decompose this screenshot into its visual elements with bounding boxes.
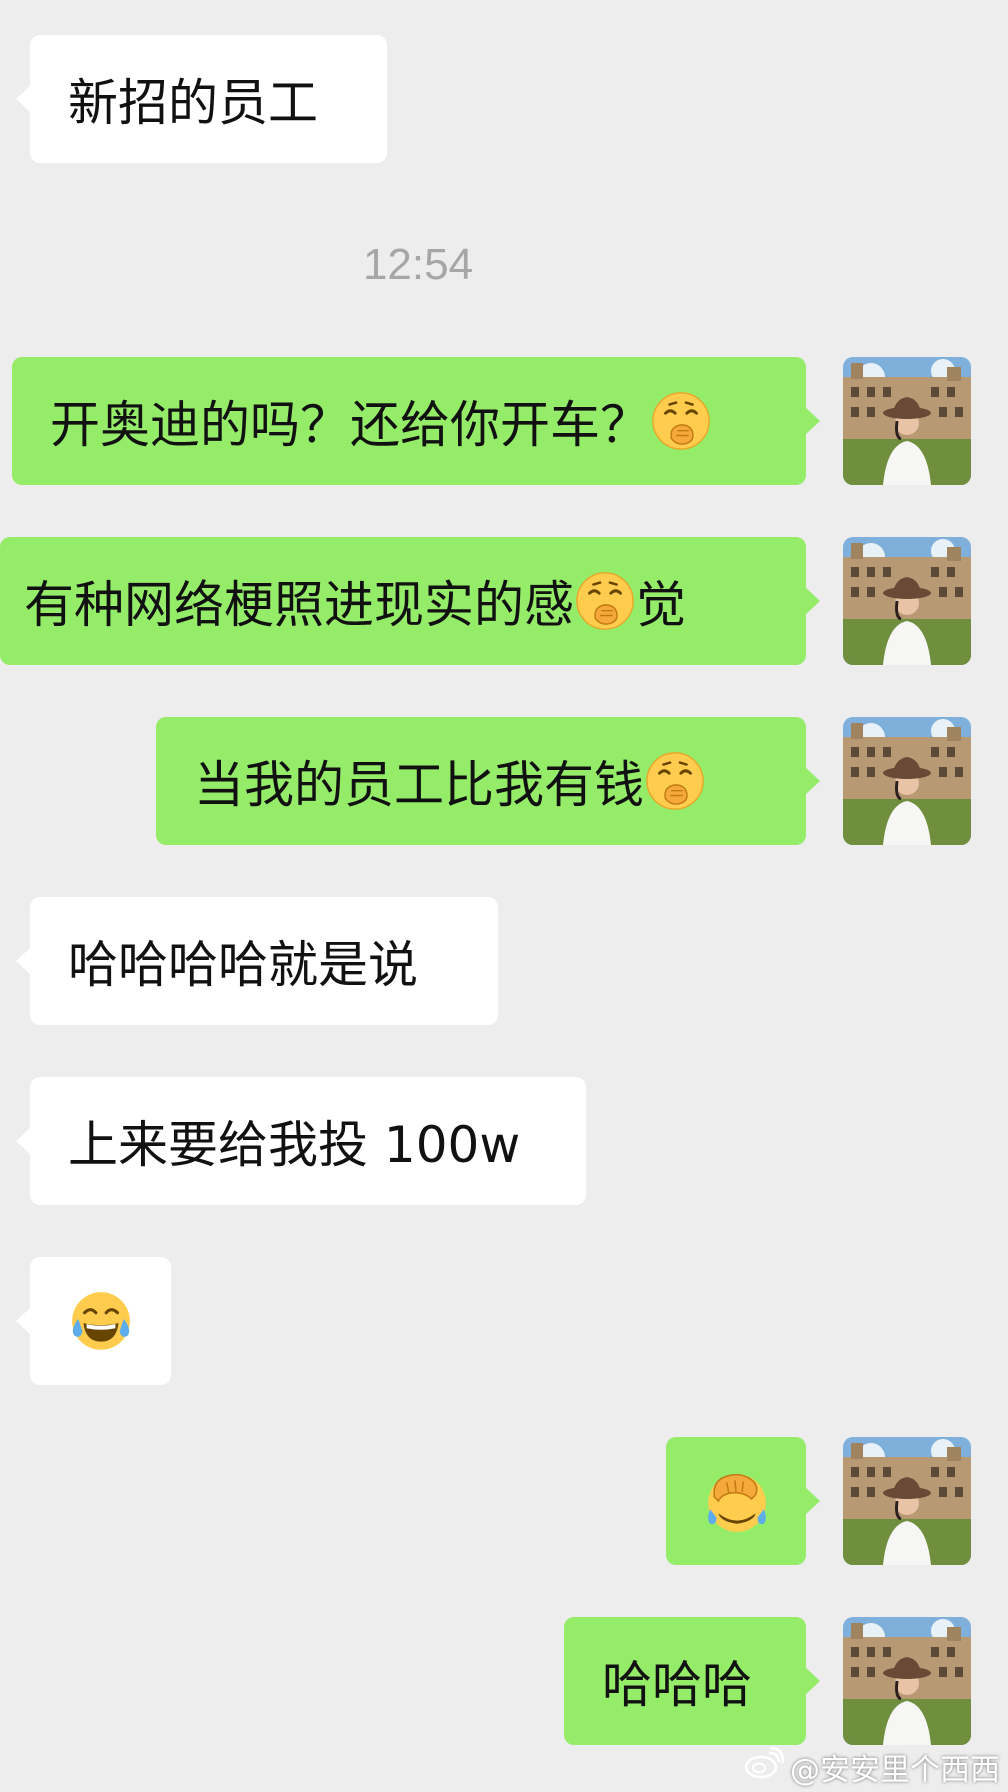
chat-area[interactable]: 新招的员工 12:54 开奥迪的吗？还给你开车？ 有种网络梗照进现实的感 觉 当… [0,0,1008,1792]
watermark-text: @安安里个西西 [790,1753,1000,1788]
message-bubble-outgoing[interactable]: 开奥迪的吗？还给你开车？ [12,357,820,485]
tears-of-joy-face-icon [68,1288,134,1354]
thinking-face-icon [650,390,712,452]
thinking-face-icon [574,570,636,632]
message-bubble-outgoing[interactable]: 有种网络梗照进现实的感 觉 [0,537,820,665]
avatar[interactable] [843,1617,971,1745]
message-timestamp: 12:54 [362,240,474,289]
message-bubble-outgoing[interactable]: 当我的员工比我有钱 [156,717,820,845]
message-bubble-incoming[interactable]: 新招的员工 [16,35,387,163]
message-text: 开奥迪的吗？还给你开车？ [50,396,650,454]
avatar[interactable] [843,717,971,845]
message-text: 上来要给我投 100w [68,1116,521,1174]
weibo-logo-icon [744,1747,784,1787]
message-text: 哈哈哈哈就是说 [68,936,418,994]
message-text: 哈哈哈 [602,1656,752,1714]
avatar[interactable] [843,1437,971,1565]
message-bubble-incoming[interactable]: 哈哈哈哈就是说 [16,897,498,1025]
message-bubble-outgoing[interactable]: 哈哈哈 [564,1617,820,1745]
message-text-part: 觉 [636,576,686,634]
message-bubble-incoming[interactable]: 上来要给我投 100w [16,1077,586,1205]
message-bubble-outgoing[interactable] [666,1437,820,1565]
message-text-part: 有种网络梗照进现实的感 [24,576,574,634]
message-text: 当我的员工比我有钱 [194,756,644,814]
message-bubble-incoming[interactable] [16,1257,171,1385]
avatar[interactable] [843,537,971,665]
facepalm-face-icon [704,1468,770,1534]
watermark: @安安里个西西 [744,1745,1000,1789]
message-text: 新招的员工 [68,74,318,132]
avatar[interactable] [843,357,971,485]
thinking-face-icon [644,750,706,812]
